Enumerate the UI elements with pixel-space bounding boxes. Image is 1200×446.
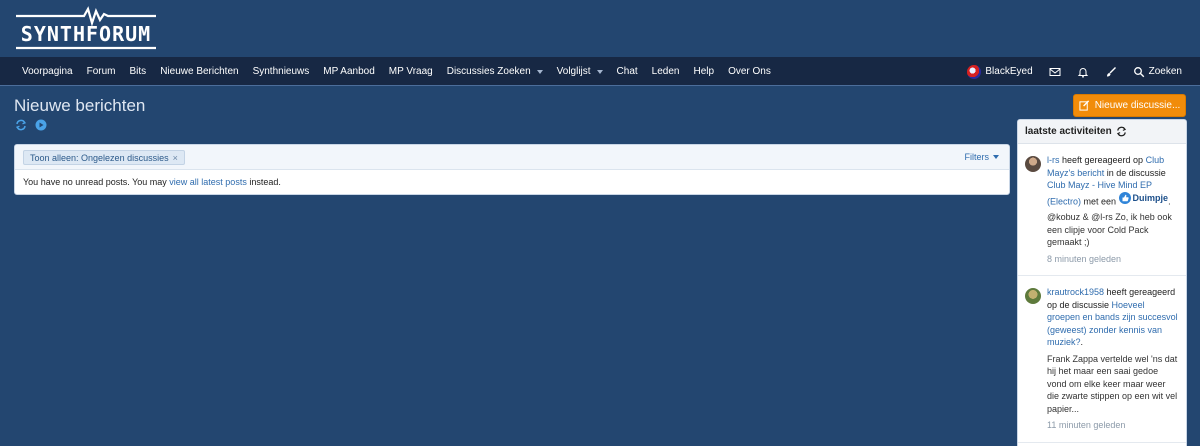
nav-item-label: Discussies Zoeken [446, 66, 531, 77]
sidebar-header: laatste activiteiten [1018, 120, 1186, 144]
reaction-badge: Duimpje [1118, 191, 1169, 205]
inbox-button[interactable] [1041, 57, 1069, 86]
activity-snippet: Frank Zappa vertelde wel 'ns dat hij het… [1047, 353, 1178, 414]
nav-item-forum[interactable]: Forum [80, 57, 123, 86]
compose-icon [1079, 100, 1089, 111]
nav-links: Voorpagina Forum Bits Nieuwe Berichten Synth… [15, 57, 778, 86]
message-prefix: You have no unread posts. You may [23, 177, 170, 187]
nav-item-label: Chat [616, 66, 638, 77]
filter-bar: Toon alleen: Ongelezen discussies × Filt… [15, 145, 1009, 170]
nav-item-label: Volglijst [556, 66, 591, 77]
thumbs-up-icon [1118, 191, 1131, 204]
title-actions [15, 118, 47, 136]
activity-snippet: @kobuz & @l-rs Zo, ik heb ook een clipje… [1047, 212, 1172, 248]
active-filter-tag[interactable]: Toon alleen: Ongelezen discussies × [23, 150, 185, 165]
activity-summary: l-rs heeft gereageerd op Club Mayz's ber… [1047, 154, 1179, 207]
activity-text: met een [1081, 195, 1119, 206]
search-label: Zoeken [1148, 66, 1182, 77]
nav-item-synthnieuws[interactable]: Synthnieuws [246, 57, 317, 86]
message-suffix: instead. [246, 177, 281, 187]
no-unread-message: You have no unread posts. You may view a… [15, 170, 1009, 194]
synthforum-logo-icon: SYNTHFORUM [16, 6, 156, 50]
activity-time: 8 minuten geleden [1047, 253, 1122, 264]
refresh-icon[interactable] [1116, 126, 1127, 137]
new-thread-button[interactable]: Nieuwe discussie... [1073, 94, 1186, 117]
activity-body: krautrock1958 heeft gereageerd op de dis… [1047, 286, 1179, 432]
bell-icon [1077, 67, 1088, 78]
activity-text: in de discussie [1104, 167, 1166, 178]
nav-item-bits[interactable]: Bits [123, 57, 154, 86]
view-latest-link[interactable]: view all latest posts [169, 177, 247, 187]
nav-item-label: MP Vraag [388, 66, 433, 77]
user-name: BlackEyed [985, 66, 1033, 77]
avatar[interactable] [1025, 156, 1041, 172]
close-icon[interactable]: × [173, 153, 178, 163]
nav-user-area: BlackEyed Zoeken [959, 57, 1190, 86]
nav-item-label: Forum [86, 66, 116, 77]
nav-item-label: Over Ons [728, 66, 771, 77]
nav-item-label: Voorpagina [22, 66, 73, 77]
nav-item-mp-aanbod[interactable]: MP Aanbod [316, 57, 382, 86]
filters-label: Filters [964, 152, 990, 162]
filters-dropdown[interactable]: Filters [964, 152, 999, 162]
reaction-label: Duimpje [1132, 192, 1169, 203]
style-chooser-button[interactable] [1097, 57, 1125, 86]
nav-item-nieuwe-berichten[interactable]: Nieuwe Berichten [153, 57, 245, 86]
nav-item-mp-vraag[interactable]: MP Vraag [382, 57, 440, 86]
nav-item-voorpagina[interactable]: Voorpagina [15, 57, 80, 86]
avatar[interactable] [1025, 288, 1041, 305]
svg-text:SYNTHFORUM: SYNTHFORUM [21, 22, 151, 46]
chevron-down-icon [536, 69, 543, 74]
refresh-icon [15, 119, 27, 131]
user-menu[interactable]: BlackEyed [959, 57, 1040, 86]
activity-item: l-rs heeft gereageerd op Club Mayz's ber… [1018, 144, 1186, 277]
nav-item-discussies-zoeken[interactable]: Discussies Zoeken [440, 57, 550, 86]
activity-user-link[interactable]: l-rs [1047, 155, 1060, 165]
activity-text: . [1080, 337, 1084, 348]
activity-time: 11 minuten geleden [1047, 420, 1126, 431]
nav-item-over-ons[interactable]: Over Ons [721, 57, 778, 86]
main-navbar: Voorpagina Forum Bits Nieuwe Berichten Synth… [0, 57, 1200, 86]
play-button[interactable] [35, 118, 47, 136]
chevron-down-icon [596, 69, 603, 74]
site-header: SYNTHFORUM [0, 0, 1200, 57]
activity-body: l-rs heeft gereageerd op Club Mayz's ber… [1047, 154, 1179, 265]
alerts-button[interactable] [1069, 57, 1097, 86]
nav-item-label: Bits [129, 66, 147, 77]
site-logo[interactable]: SYNTHFORUM [14, 6, 158, 52]
nav-item-volglijst[interactable]: Volglijst [550, 57, 610, 86]
nav-item-leden[interactable]: Leden [645, 57, 687, 86]
chevron-down-icon [993, 155, 999, 159]
nav-item-help[interactable]: Help [686, 57, 721, 86]
search-icon [1133, 66, 1144, 77]
activity-text: heeft gereageerd op [1059, 155, 1146, 165]
activity-text: . [1168, 195, 1171, 206]
refresh-button[interactable] [15, 118, 27, 136]
page-title: Nieuwe berichten [14, 96, 146, 115]
activity-item: krautrock1958 heeft gereageerd op de dis… [1018, 276, 1186, 443]
nav-item-label: MP Aanbod [323, 66, 375, 77]
new-thread-label: Nieuwe discussie... [1094, 100, 1181, 111]
nav-item-label: Synthnieuws [252, 66, 310, 77]
nav-item-label: Help [693, 66, 715, 77]
play-circle-icon [35, 119, 47, 131]
activity-user-link[interactable]: krautrock1958 [1047, 287, 1104, 297]
filter-tag-label: Toon alleen: Ongelezen discussies [30, 152, 169, 163]
search-button[interactable]: Zoeken [1125, 57, 1190, 86]
latest-activity-sidebar: laatste activiteiten l-rs heeft gereagee… [1017, 119, 1187, 446]
user-avatar [967, 64, 982, 79]
envelope-icon [1049, 67, 1061, 76]
thread-list-block: Toon alleen: Ongelezen discussies × Filt… [14, 144, 1010, 195]
nav-item-label: Nieuwe Berichten [160, 66, 239, 77]
nav-item-label: Leden [651, 66, 680, 77]
nav-item-chat[interactable]: Chat [610, 57, 645, 86]
activity-summary: krautrock1958 heeft gereageerd op de dis… [1047, 286, 1179, 349]
sidebar-title: laatste activiteiten [1025, 126, 1112, 137]
paintbrush-icon [1106, 66, 1116, 76]
